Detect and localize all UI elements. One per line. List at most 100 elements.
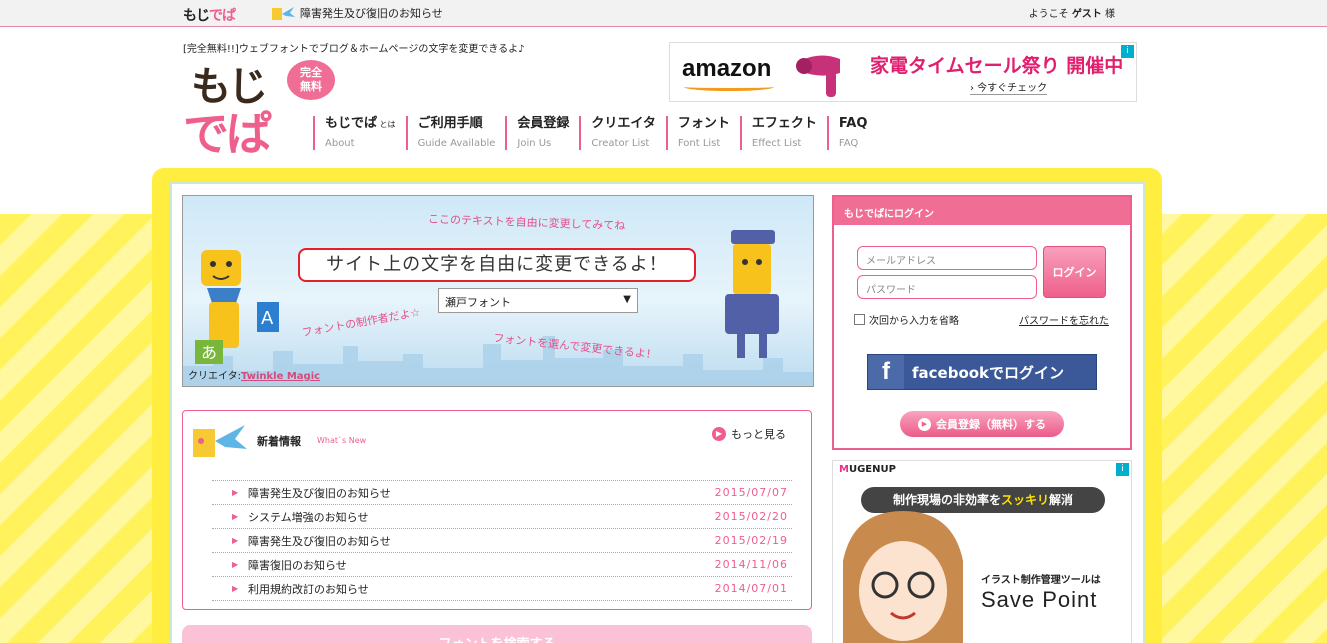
amazon-logo: amazon <box>682 55 772 82</box>
news-item-date: 2015/02/19 <box>714 534 788 547</box>
svg-text:A: A <box>261 308 274 329</box>
register-label: 会員登録（無料）する <box>936 418 1046 431</box>
top-bar: もじでぱ 障害発生及び復旧のお知らせ ようこそ ゲスト 様 <box>0 0 1327 27</box>
nav-faq-en: FAQ <box>838 138 859 149</box>
triangle-icon: ▶ <box>232 560 239 569</box>
news-item-text: 利用規約改訂のお知らせ <box>248 582 369 596</box>
nav-item-effect[interactable]: エフェクト Effect List <box>739 116 817 150</box>
nav-item-join[interactable]: 会員登録 Join Us <box>505 116 569 150</box>
news-item-text: システム増強のお知らせ <box>248 510 369 524</box>
ad-tool-text: イラスト制作管理ツールは <box>981 575 1101 586</box>
mugenup-logo-rest: UGENUP <box>848 464 896 475</box>
main-nav: もじでぱ とは About ご利用手順 Guide Available 会員登録… <box>313 116 877 150</box>
mugenup-logo-m: M <box>839 464 849 475</box>
triangle-icon: ▶ <box>232 536 239 545</box>
news-list: ▶ 障害発生及び復旧のお知らせ 2015/07/07 ▶ システム増強のお知らせ 201… <box>212 480 792 601</box>
arrow-right-icon: ▶ <box>712 427 726 441</box>
creator-mascot-icon <box>725 230 779 358</box>
topbar-logo-text-a: もじ <box>183 8 210 24</box>
ad-headline-post: 解消 <box>1049 493 1074 507</box>
topbar-logo[interactable]: もじでぱ <box>183 5 236 25</box>
news-more-link[interactable]: ▶ もっと見る <box>712 426 786 442</box>
triangle-icon: ▶ <box>232 512 239 521</box>
svg-text:あ: あ <box>201 343 217 362</box>
news-item[interactable]: ▶ 利用規約改訂のお知らせ 2014/07/01 <box>212 577 792 601</box>
remember-me-label: 次回から入力を省略 <box>869 316 959 327</box>
facebook-icon: f <box>868 355 904 389</box>
facebook-login-button[interactable]: f facebookでログイン <box>867 354 1097 390</box>
forgot-password-link[interactable]: パスワードを忘れた <box>1019 312 1109 327</box>
news-item[interactable]: ▶ 障害発生及び復旧のお知らせ 2015/07/07 <box>212 481 792 505</box>
welcome-suffix: 様 <box>1105 9 1115 20</box>
news-item-date: 2014/11/06 <box>714 558 788 571</box>
amazon-ad-banner[interactable]: amazon 家電タイムセール祭り 開催中 › 今すぐチェック i <box>669 42 1137 102</box>
hero-editable-text[interactable]: サイト上の文字を自由に変更できるよ！ <box>298 248 696 282</box>
free-badge: 完全 無料 <box>287 60 335 100</box>
hair-dryer-icon <box>796 55 840 97</box>
plane-envelope-icon <box>193 425 247 457</box>
password-field[interactable]: パスワード <box>857 275 1037 299</box>
ad-cta-link[interactable]: › 今すぐチェック <box>970 79 1048 95</box>
welcome-message: ようこそ ゲスト 様 <box>1029 5 1115 20</box>
nav-creator-jp: クリエイタ <box>591 116 656 131</box>
free-badge-line-2: 無料 <box>300 80 322 93</box>
news-panel: 新着情報 What`s New ▶ もっと見る ▶ 障害発生及び復旧のお知らせ 20… <box>182 410 812 610</box>
font-select-value: 瀬戸フォント <box>445 296 511 309</box>
nav-about-en: About <box>325 138 355 149</box>
news-item-text: 障害発生及び復旧のお知らせ <box>248 486 391 500</box>
plane-envelope-icon <box>272 7 295 20</box>
ad-headline: 家電タイムセール祭り 開催中 <box>870 55 1124 77</box>
hero-note-top: ここのテキストを自由に変更してみてね <box>427 212 626 233</box>
news-item-date: 2014/07/01 <box>714 582 788 595</box>
nav-item-about[interactable]: もじでぱ とは About <box>313 116 396 150</box>
welcome-prefix: ようこそ <box>1028 9 1069 20</box>
topbar-logo-text-b: でぱ <box>209 8 236 24</box>
news-item-date: 2015/07/07 <box>714 486 788 499</box>
remember-me-checkbox[interactable]: 次回から入力を省略 <box>854 312 959 327</box>
illustration-girl-icon <box>843 511 963 643</box>
nav-about-label: もじでぱ <box>325 116 378 131</box>
free-badge-line-1: 完全 <box>300 66 322 79</box>
nav-item-faq[interactable]: FAQ FAQ <box>826 116 868 150</box>
login-button[interactable]: ログイン <box>1043 246 1106 298</box>
nav-item-guide[interactable]: ご利用手順 Guide Available <box>405 116 496 150</box>
email-field[interactable]: メールアドレス <box>857 246 1037 270</box>
news-item[interactable]: ▶ 障害発生及び復旧のお知らせ 2015/02/19 <box>212 529 792 553</box>
ad-info-icon[interactable]: i <box>1116 463 1129 476</box>
news-item-text: 障害復旧のお知らせ <box>248 558 347 572</box>
logo-line-2: でぱ <box>183 107 272 161</box>
news-more-label: もっと見る <box>731 428 786 441</box>
login-panel: もじでぱにログイン メールアドレス パスワード ログイン 次回から入力を省略 パ… <box>832 195 1132 450</box>
hero-creator-credit: クリエイタ:Twinkle Magic <box>188 367 320 382</box>
nav-effect-jp: エフェクト <box>751 116 817 131</box>
font-select-dropdown[interactable]: 瀬戸フォント ▼ <box>438 288 638 313</box>
mugenup-ad-banner[interactable]: MUGENUP i 制作現場の非効率をスッキリ解消 イラスト制作管理ツールは S… <box>832 460 1132 643</box>
dog-mascot-icon: あ A <box>195 250 279 364</box>
nav-item-font[interactable]: フォント Font List <box>665 116 730 150</box>
welcome-username: ゲスト <box>1071 9 1102 20</box>
nav-faq-jp: FAQ <box>838 116 868 131</box>
login-header: もじでぱにログイン <box>834 197 1130 225</box>
nav-join-en: Join Us <box>517 138 552 149</box>
checkbox-icon[interactable] <box>854 314 865 325</box>
nav-guide-en: Guide Available <box>417 138 496 149</box>
nav-item-creator[interactable]: クリエイタ Creator List <box>579 116 656 150</box>
nav-font-en: Font List <box>677 138 721 149</box>
news-item[interactable]: ▶ システム増強のお知らせ 2015/02/20 <box>212 505 792 529</box>
register-button[interactable]: ▶ 会員登録（無料）する <box>900 411 1064 437</box>
news-item-text: 障害発生及び復旧のお知らせ <box>248 534 391 548</box>
topbar-notice-text: 障害発生及び復旧のお知らせ <box>300 7 443 20</box>
triangle-icon: ▶ <box>232 488 239 497</box>
site-logo[interactable]: もじ でぱ 完全 無料 <box>183 54 335 161</box>
hero-font-demo: あ A ここのテキストを自由に変更してみてね サイト上の文字を自由に変更できるよ… <box>182 195 814 387</box>
nav-guide-jp: ご利用手順 <box>417 116 483 131</box>
nav-font-jp: フォント <box>677 116 730 131</box>
topbar-notice-link[interactable]: 障害発生及び復旧のお知らせ <box>272 5 443 21</box>
font-search-header[interactable]: フォントを検索する <box>182 625 812 643</box>
dropdown-arrow-icon: ▼ <box>623 294 631 305</box>
news-item[interactable]: ▶ 障害復旧のお知らせ 2014/11/06 <box>212 553 792 577</box>
nav-about-jp: もじでぱ とは <box>325 116 396 133</box>
ad-product-name: Save Point <box>981 587 1098 612</box>
creator-link[interactable]: Twinkle Magic <box>241 371 320 382</box>
ad-info-icon[interactable]: i <box>1121 45 1134 58</box>
